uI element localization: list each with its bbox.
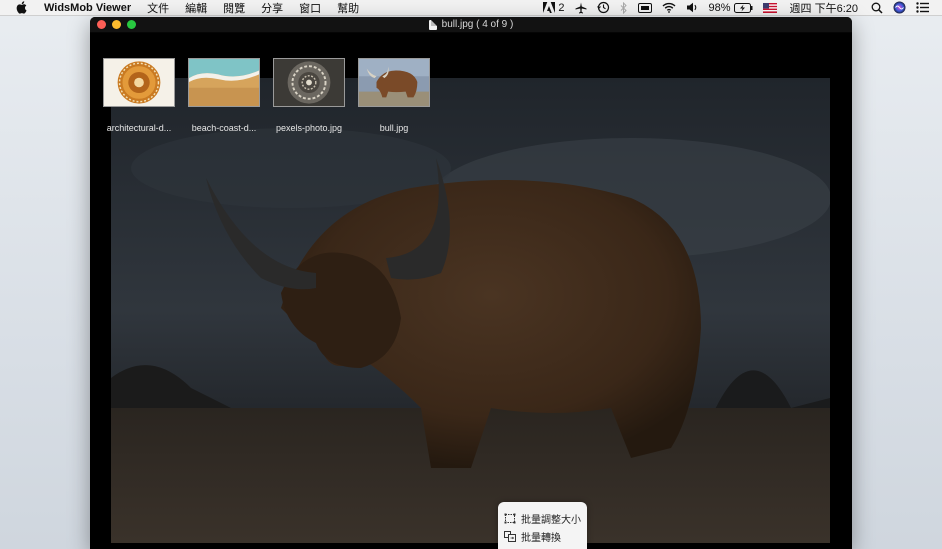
close-button[interactable] [97,20,106,29]
thumbnail-label: bull.jpg [379,123,409,133]
spotlight-search-icon[interactable] [866,0,888,15]
batch-convert-item[interactable]: 批量轉換 [498,527,587,545]
viewer-window: bull.jpg ( 4 of 9 ) architectural-d... b… [90,17,852,549]
time-machine-icon[interactable] [592,0,615,15]
menu-edit[interactable]: 編輯 [177,0,215,15]
batch-convert-label: 批量轉換 [521,532,561,544]
thumbnail-item[interactable]: bull.jpg [358,58,430,133]
battery-percent: 98% [708,1,731,14]
main-photo[interactable] [111,78,830,543]
menu-file[interactable]: 文件 [139,0,177,15]
thumbnail-item[interactable]: architectural-d... [103,58,175,133]
menu-view[interactable]: 閱覽 [215,0,253,15]
thumbnail-strip: architectural-d... beach-coast-d... pexe… [103,58,430,133]
convert-icon [504,530,516,542]
document-icon [428,19,437,30]
thumbnail-item[interactable]: beach-coast-d... [188,58,260,133]
us-flag-icon[interactable] [758,0,782,15]
thumbnail-beach-image[interactable] [188,58,260,107]
bluetooth-icon[interactable] [615,0,633,15]
title-bar[interactable]: bull.jpg ( 4 of 9 ) [90,17,852,33]
thumbnail-label: architectural-d... [106,123,172,133]
adobe-count: 2 [558,1,565,14]
thumbnail-architectural-image[interactable] [103,58,175,107]
wifi-icon[interactable] [657,0,681,15]
thumbnail-bull-image[interactable] [358,58,430,107]
adobe-status[interactable]: 2 [538,0,569,15]
menu-window[interactable]: 窗口 [291,0,329,15]
airplane-icon[interactable] [570,0,592,15]
menu-app-name[interactable]: WidsMob Viewer [42,0,139,15]
thumbnail-label: beach-coast-d... [191,123,257,133]
thumbnail-pexels-image[interactable] [273,58,345,107]
thumbnail-label: pexels-photo.jpg [275,123,343,133]
resize-icon [504,513,516,524]
volume-icon[interactable] [681,0,704,15]
apple-menu-icon[interactable] [14,1,28,15]
battery-charging-icon [733,2,753,13]
menu-share[interactable]: 分享 [253,0,291,15]
maximize-button[interactable] [127,20,136,29]
batch-popup-menu: 批量調整大小 批量轉換 [498,502,587,549]
keyboard-icon[interactable] [633,0,657,15]
battery-status[interactable]: 98% [704,0,758,15]
menu-bar: WidsMob Viewer 文件 編輯 閱覽 分享 窗口 幫助 2 98% 週… [0,0,942,16]
notification-center-icon[interactable] [911,0,934,15]
window-title: bull.jpg ( 4 of 9 ) [441,19,514,30]
menu-help[interactable]: 幫助 [329,0,367,15]
adobe-icon [543,2,556,13]
batch-resize-label: 批量調整大小 [521,514,581,526]
thumbnail-item[interactable]: pexels-photo.jpg [273,58,345,133]
batch-resize-item[interactable]: 批量調整大小 [498,509,587,527]
clock[interactable]: 週四 下午6:20 [782,0,866,15]
siri-icon[interactable] [888,0,911,15]
minimize-button[interactable] [112,20,121,29]
